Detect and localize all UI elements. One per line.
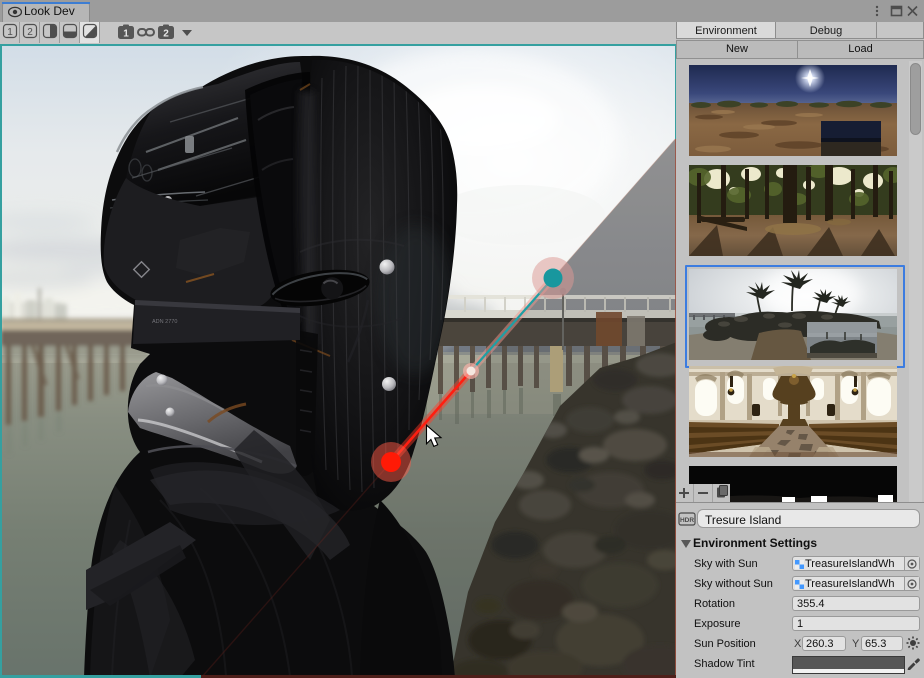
- svg-text:2: 2: [163, 29, 169, 40]
- svg-text:2: 2: [27, 27, 33, 38]
- svg-text:HDR: HDR: [680, 517, 694, 524]
- svg-text:1: 1: [7, 27, 13, 38]
- svg-text:1: 1: [123, 29, 129, 40]
- svg-text:ADN 2770: ADN 2770: [152, 319, 177, 325]
